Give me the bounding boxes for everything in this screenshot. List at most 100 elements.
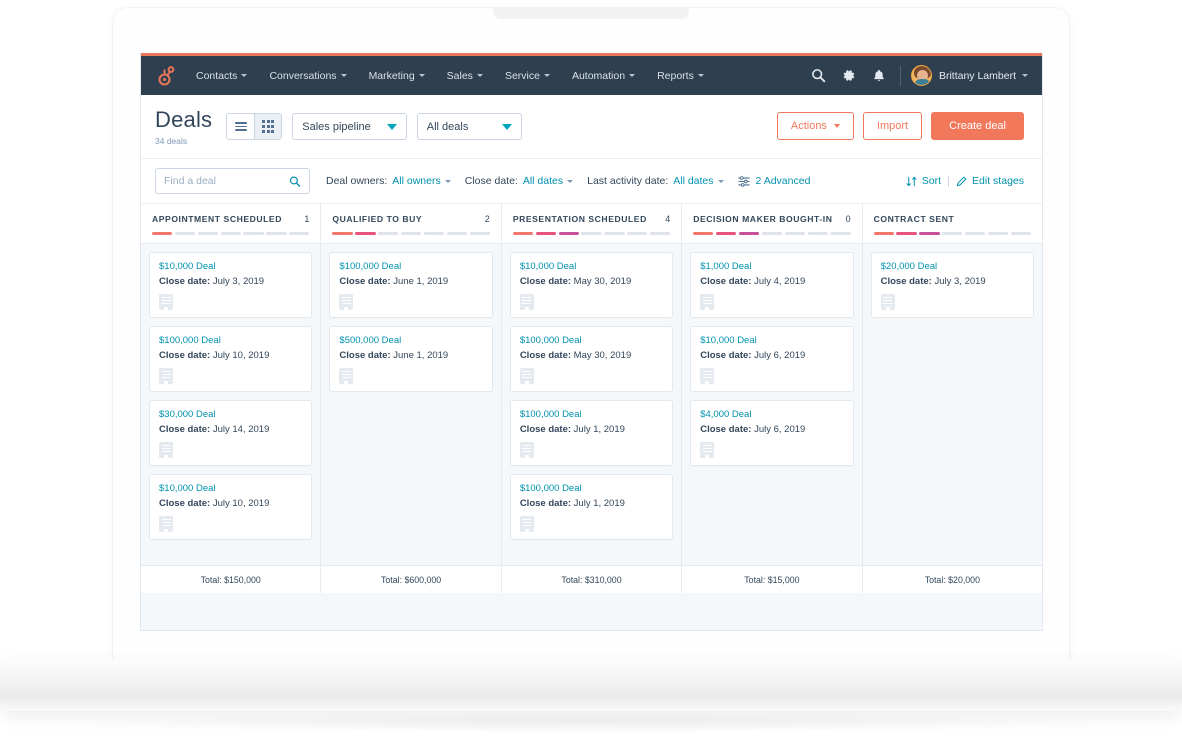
stage-progress-segment: [738, 232, 760, 235]
chevron-down-icon: [697, 74, 704, 77]
chevron-down-icon: [386, 123, 397, 130]
deal-card[interactable]: $20,000 Deal Close date: July 3, 2019: [870, 252, 1035, 318]
advanced-filters-button[interactable]: 2 Advanced: [737, 175, 811, 187]
deal-card[interactable]: $10,000 Deal Close date: July 6, 2019: [690, 326, 854, 392]
close-date-filter[interactable]: All dates: [523, 175, 574, 187]
chevron-down-icon: [501, 123, 512, 130]
stage-progress-segment: [220, 232, 241, 235]
divider: [948, 175, 950, 187]
deal-card-close-date-label: Close date:: [519, 498, 572, 509]
user-name[interactable]: Brittany Lambert: [939, 70, 1016, 82]
sort-button[interactable]: Sort: [906, 175, 941, 187]
gear-icon[interactable]: [834, 61, 864, 91]
deal-card-close-date-value: July 1, 2019: [573, 424, 625, 435]
deal-card-close-date: Close date: May 30, 2019: [520, 350, 663, 361]
search-icon[interactable]: [804, 61, 834, 91]
deal-card-title[interactable]: $100,000 Deal: [520, 335, 663, 346]
deal-card-close-date: Close date: May 30, 2019: [520, 276, 663, 287]
deal-card-title[interactable]: $100,000 Deal: [520, 483, 663, 494]
deal-card-title[interactable]: $10,000 Deal: [159, 483, 302, 494]
nav-item-automation[interactable]: Automation: [561, 70, 646, 82]
grid-icon: [262, 120, 275, 133]
edit-stages-button[interactable]: Edit stages: [956, 175, 1024, 187]
column-header-row: APPOINTMENT SCHEDULED 1: [152, 214, 309, 224]
page-header: Deals 34 deals Sales pipeline All deals: [141, 95, 1042, 159]
deal-card[interactable]: $100,000 Deal Close date: July 1, 2019: [509, 474, 674, 540]
nav-item-sales[interactable]: Sales: [436, 70, 494, 82]
deal-card-title[interactable]: $100,000 Deal: [339, 261, 482, 272]
company-icon: [159, 442, 173, 458]
deal-card-close-date-value: June 1, 2019: [393, 350, 449, 361]
stage-progress-indicator: [693, 232, 851, 235]
deal-card-title[interactable]: $10,000 Deal: [520, 261, 663, 272]
column-header: APPOINTMENT SCHEDULED 1: [141, 204, 321, 244]
column-title: QUALIFIED TO BUY: [332, 214, 423, 224]
stage-progress-segment: [784, 232, 805, 235]
deal-card[interactable]: $500,000 Deal Close date: June 1, 2019: [329, 326, 493, 392]
nav-item-label: Service: [504, 69, 540, 82]
actions-button-label: Actions: [790, 120, 827, 132]
list-view-button[interactable]: [227, 114, 255, 139]
page-title: Deals: [155, 107, 213, 132]
deal-card-title[interactable]: $100,000 Deal: [159, 335, 302, 346]
deal-card[interactable]: $100,000 Deal Close date: July 10, 2019: [149, 326, 313, 392]
deal-card-title[interactable]: $30,000 Deal: [159, 409, 302, 420]
chevron-down-icon[interactable]: [1022, 74, 1028, 77]
filter-bar-right: Sort Edit stages: [906, 175, 1024, 187]
stage-progress-segment: [896, 232, 917, 235]
search-box[interactable]: [155, 168, 310, 194]
bell-icon[interactable]: [864, 61, 894, 91]
deal-card[interactable]: $30,000 Deal Close date: July 14, 2019: [149, 400, 313, 466]
nav-item-label: Marketing: [368, 69, 415, 82]
deal-card-title[interactable]: $100,000 Deal: [520, 409, 663, 420]
advanced-filters-label: 2 Advanced: [755, 175, 811, 187]
pipeline-select-value: Sales pipeline: [302, 120, 371, 133]
create-deal-button[interactable]: Create deal: [931, 112, 1024, 140]
deal-card[interactable]: $100,000 Deal Close date: May 30, 2019: [509, 326, 674, 392]
hubspot-sprocket-logo[interactable]: [151, 63, 177, 89]
deal-owners-filter[interactable]: All owners: [392, 175, 451, 187]
column-card-list: $20,000 Deal Close date: July 3, 2019: [863, 244, 1042, 565]
deal-owners-value: All owners: [392, 175, 441, 187]
actions-button[interactable]: Actions: [776, 112, 854, 140]
view-select[interactable]: All deals: [416, 113, 522, 140]
deal-card-title[interactable]: $4,000 Deal: [700, 409, 843, 420]
deal-card-title[interactable]: $10,000 Deal: [700, 335, 843, 346]
deal-card[interactable]: $1,000 Deal Close date: July 4, 2019: [690, 252, 854, 318]
deal-card-close-date: Close date: July 4, 2019: [700, 276, 843, 287]
deal-card[interactable]: $100,000 Deal Close date: July 1, 2019: [509, 400, 674, 466]
nav-item-label: Contacts: [196, 69, 238, 82]
column-header-row: PRESENTATION SCHEDULED 4: [513, 214, 670, 224]
deal-card-title[interactable]: $10,000 Deal: [159, 261, 302, 272]
board-view-button[interactable]: [254, 114, 282, 139]
nav-item-marketing[interactable]: Marketing: [358, 70, 436, 82]
stage-progress-segment: [469, 232, 490, 235]
column-card-list: $1,000 Deal Close date: July 4, 2019 $10,0…: [682, 244, 861, 565]
last-activity-filter[interactable]: All dates: [673, 175, 724, 187]
column-header-row: DECISION MAKER BOUGHT-IN 0: [693, 214, 850, 224]
deal-card[interactable]: $4,000 Deal Close date: July 6, 2019: [690, 400, 854, 466]
deal-card[interactable]: $100,000 Deal Close date: June 1, 2019: [329, 252, 493, 318]
company-icon: [519, 368, 534, 384]
nav-item-conversations[interactable]: Conversations: [258, 70, 357, 82]
column-header: QUALIFIED TO BUY 2: [321, 204, 501, 244]
nav-item-reports[interactable]: Reports: [646, 70, 715, 82]
nav-item-label: Conversations: [269, 69, 337, 82]
deal-card-title[interactable]: $500,000 Deal: [339, 335, 482, 346]
deal-count: 34 deals: [155, 136, 188, 146]
board-column: QUALIFIED TO BUY 2 $100,000 Deal Close date…: [321, 204, 502, 593]
deal-card[interactable]: $10,000 Deal Close date: July 10, 2019: [149, 474, 313, 540]
deal-card[interactable]: $10,000 Deal Close date: July 3, 2019: [149, 252, 313, 318]
pipeline-select[interactable]: Sales pipeline: [292, 113, 407, 140]
avatar[interactable]: [910, 65, 932, 86]
company-icon: [519, 294, 534, 310]
search-input[interactable]: [164, 175, 290, 187]
deal-card[interactable]: $10,000 Deal Close date: May 30, 2019: [509, 252, 674, 318]
deal-card-title[interactable]: $20,000 Deal: [881, 261, 1024, 272]
nav-item-service[interactable]: Service: [494, 70, 561, 82]
deal-card-title[interactable]: $1,000 Deal: [700, 261, 843, 272]
last-activity-value: All dates: [673, 175, 714, 187]
deal-card-close-date: Close date: July 3, 2019: [881, 276, 1024, 287]
nav-item-contacts[interactable]: Contacts: [185, 70, 258, 82]
import-button[interactable]: Import: [862, 112, 923, 140]
